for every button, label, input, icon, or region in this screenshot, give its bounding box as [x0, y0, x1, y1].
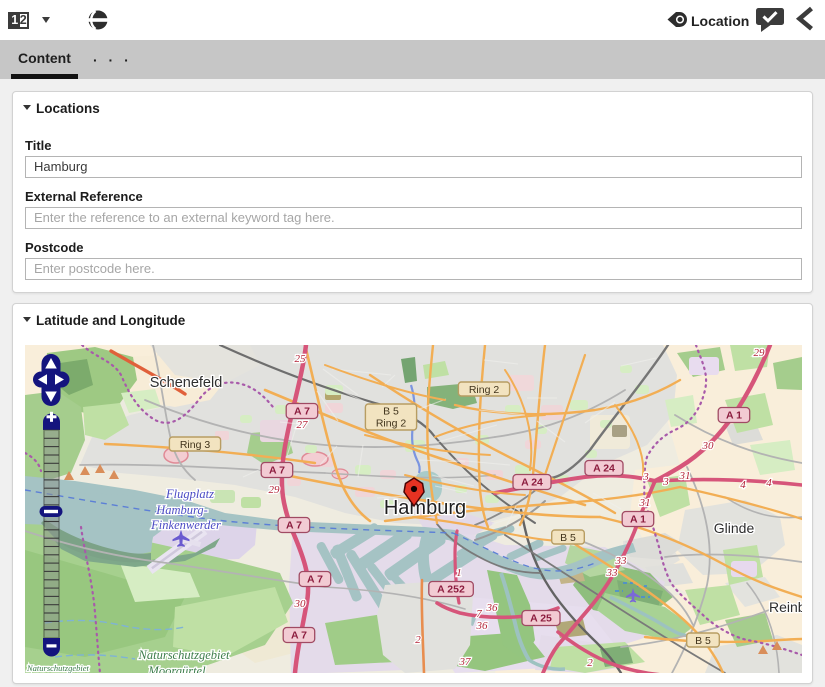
svg-text:Moorgürtel: Moorgürtel: [147, 664, 206, 673]
svg-text:29: 29: [754, 347, 766, 359]
svg-text:Ring 3: Ring 3: [180, 439, 211, 451]
svg-text:A 24: A 24: [593, 463, 615, 475]
svg-text:Ring 2: Ring 2: [376, 418, 407, 430]
svg-text:Ring 2: Ring 2: [469, 384, 500, 396]
svg-text:A 7: A 7: [294, 406, 310, 418]
svg-text:1: 1: [456, 567, 462, 579]
svg-text:Naturschutzgebiet: Naturschutzgebiet: [138, 648, 230, 662]
svg-text:30: 30: [294, 598, 307, 610]
svg-text:A 7: A 7: [286, 520, 302, 532]
svg-text:Schenefeld: Schenefeld: [150, 375, 223, 391]
svg-text:36: 36: [476, 620, 489, 632]
svg-text:33: 33: [615, 555, 628, 567]
svg-text:37: 37: [459, 656, 472, 668]
svg-text:A 7: A 7: [307, 574, 323, 586]
svg-text:A 24: A 24: [521, 477, 543, 489]
svg-text:A 1: A 1: [630, 514, 646, 526]
svg-text:B 5: B 5: [383, 406, 399, 418]
svg-text:29: 29: [269, 484, 281, 496]
svg-text:A 7: A 7: [291, 630, 307, 642]
svg-text:A 1: A 1: [726, 410, 742, 422]
svg-text:7: 7: [476, 608, 482, 620]
svg-text:B 5: B 5: [695, 635, 711, 647]
svg-text:A 7: A 7: [269, 465, 285, 477]
svg-text:Flugplatz: Flugplatz: [165, 487, 214, 501]
svg-text:Reinbe: Reinbe: [769, 599, 802, 615]
svg-text:2: 2: [587, 657, 593, 669]
svg-text:B 5: B 5: [560, 532, 576, 544]
svg-text:Naturschutzgebiet: Naturschutzgebiet: [26, 663, 89, 673]
svg-text:4: 4: [740, 479, 746, 491]
svg-text:25: 25: [295, 353, 307, 365]
svg-text:A 25: A 25: [530, 613, 552, 625]
svg-text:31: 31: [639, 497, 651, 509]
svg-text:27: 27: [297, 419, 309, 431]
svg-text:36: 36: [486, 602, 499, 614]
svg-text:Glinde: Glinde: [714, 520, 755, 536]
svg-text:2: 2: [415, 634, 421, 646]
svg-text:3: 3: [642, 471, 649, 483]
svg-text:3: 3: [662, 476, 669, 488]
svg-text:30: 30: [702, 440, 715, 452]
svg-text:33: 33: [606, 567, 619, 579]
svg-text:A 252: A 252: [437, 584, 465, 596]
svg-text:Finkenwerder: Finkenwerder: [150, 518, 221, 532]
svg-text:Hamburg-: Hamburg-: [155, 503, 208, 517]
svg-text:Hamburg: Hamburg: [384, 497, 466, 519]
svg-text:4: 4: [766, 477, 772, 489]
svg-text:31: 31: [679, 470, 691, 482]
